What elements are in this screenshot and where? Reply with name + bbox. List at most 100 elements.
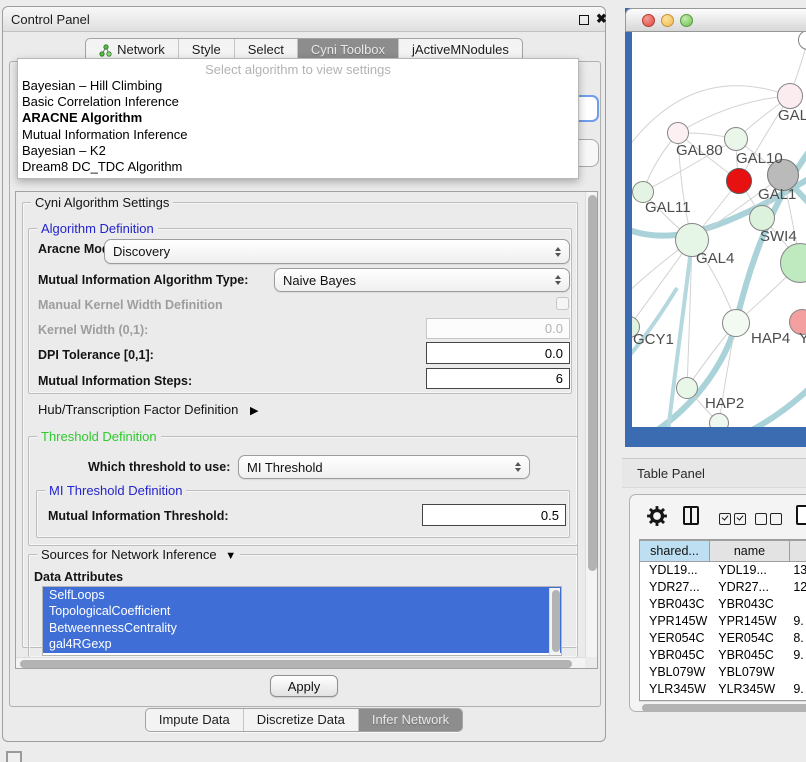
table-row[interactable]: YBR043C YBR043C: [640, 596, 806, 613]
node-label: GAL80: [676, 142, 723, 159]
mi-algorithm-type-combo[interactable]: Naive Bayes: [274, 268, 570, 292]
network-node[interactable]: [667, 122, 689, 144]
kernel-width-label: Kernel Width (0,1):: [38, 323, 148, 337]
combo-arrows-icon: [515, 462, 521, 472]
aracne-mode-combo[interactable]: Discovery: [104, 239, 570, 264]
tab-infer-network[interactable]: Infer Network: [358, 709, 462, 731]
table-panel-window: shared... name YDL19... YDL19... 13 YDR2…: [629, 494, 806, 712]
mi-steps-input[interactable]: [426, 368, 570, 389]
data-attributes-label: Data Attributes: [34, 570, 123, 584]
column-header-shared-name[interactable]: shared...: [640, 540, 710, 562]
algorithm-option[interactable]: Mutual Information Inference: [18, 127, 578, 143]
settings-vertical-scrollbar[interactable]: [585, 192, 598, 657]
network-canvas[interactable]: GAL7 GAL80 GAL10 GAL1 GAL11 SWI4 GAL4 GC…: [632, 32, 806, 427]
list-item[interactable]: TopologicalCoefficient: [43, 603, 561, 619]
expand-right-icon[interactable]: ▶: [250, 405, 258, 417]
table-row[interactable]: YDL19... YDL19... 13: [640, 562, 806, 579]
table-settings-gear-icon[interactable]: [646, 505, 668, 532]
tab-impute-data[interactable]: Impute Data: [146, 709, 243, 731]
collapse-down-icon[interactable]: ▼: [225, 550, 236, 562]
settings-horizontal-thumb[interactable]: [20, 660, 572, 668]
cell: YBR045C: [709, 647, 788, 664]
cell: YBL079W: [640, 664, 709, 681]
column-selector-icon[interactable]: [683, 506, 699, 525]
table-row[interactable]: YER054C YER054C 8.: [640, 630, 806, 647]
cell: [788, 596, 806, 613]
threshold-definition-title: Threshold Definition: [37, 429, 161, 444]
tab-discretize-data[interactable]: Discretize Data: [243, 709, 358, 731]
list-scrollbar[interactable]: [549, 588, 560, 656]
window-title: Control Panel: [11, 12, 90, 27]
hub-definition-label[interactable]: Hub/Transcription Factor Definition ▶: [38, 402, 258, 417]
cell: YBR043C: [709, 596, 788, 613]
float-window-icon[interactable]: [579, 15, 589, 25]
table-row[interactable]: YPR145W YPR145W 9.: [640, 613, 806, 630]
cell: YDR27...: [709, 579, 788, 596]
column-header-name[interactable]: name: [710, 540, 790, 562]
algorithm-option-selected[interactable]: ARACNE Algorithm: [18, 110, 578, 126]
network-node[interactable]: [676, 377, 698, 399]
network-window-titlebar[interactable]: [625, 8, 806, 32]
column-header-partial[interactable]: [790, 540, 806, 562]
list-scrollbar-thumb[interactable]: [552, 590, 560, 652]
list-item[interactable]: SelfLoops: [43, 587, 561, 603]
node-table: shared... name YDL19... YDL19... 13 YDR2…: [639, 539, 806, 701]
settings-scroll-pane: Cyni Algorithm Settings Algorithm Defini…: [15, 191, 598, 669]
data-attributes-list[interactable]: SelfLoops TopologicalCoefficient Between…: [42, 586, 562, 656]
network-node-red[interactable]: [726, 168, 752, 194]
mi-algorithm-type-label: Mutual Information Algorithm Type:: [38, 273, 248, 287]
table-row[interactable]: YLR345W YLR345W 9.: [640, 681, 806, 698]
new-table-icon[interactable]: [796, 505, 806, 525]
mi-threshold-input[interactable]: [422, 504, 566, 526]
mi-steps-label: Mutual Information Steps:: [38, 374, 192, 388]
algorithm-option[interactable]: Basic Correlation Inference: [18, 94, 578, 110]
mi-threshold-label: Mutual Information Threshold:: [48, 509, 229, 523]
algorithm-option[interactable]: Bayesian – K2: [18, 143, 578, 159]
sources-title[interactable]: Sources for Network Inference ▼: [37, 547, 240, 562]
cell: YDR27...: [640, 579, 709, 596]
deselect-all-checkboxes-icon[interactable]: [755, 512, 782, 530]
cell: YBR045C: [640, 647, 709, 664]
node-label: SWI4: [760, 228, 797, 245]
kernel-width-input[interactable]: [426, 318, 570, 339]
which-threshold-combo[interactable]: MI Threshold: [238, 455, 530, 479]
minimize-traffic-light[interactable]: [661, 14, 674, 27]
network-node[interactable]: [724, 127, 748, 151]
apply-button[interactable]: Apply: [270, 675, 338, 697]
settings-horizontal-scrollbar[interactable]: [16, 657, 585, 669]
zoom-traffic-light[interactable]: [680, 14, 693, 27]
close-traffic-light[interactable]: [642, 14, 655, 27]
dpi-tolerance-input[interactable]: [426, 342, 570, 364]
list-item[interactable]: gal4RGexp: [43, 636, 561, 652]
network-node[interactable]: [777, 83, 803, 109]
settings-vertical-thumb[interactable]: [588, 195, 597, 571]
apply-button-label: Apply: [288, 679, 321, 694]
table-row[interactable]: YBR045C YBR045C 9.: [640, 647, 806, 664]
table-horizontal-scrollbar[interactable]: [639, 701, 806, 712]
cell: 8.: [788, 630, 806, 647]
cell: YBR043C: [640, 596, 709, 613]
list-item[interactable]: BetweennessCentrality: [43, 620, 561, 636]
manual-kernel-width-checkbox[interactable]: [556, 297, 569, 310]
algorithm-option[interactable]: Dream8 DC_TDC Algorithm: [18, 159, 578, 175]
node-label: GAL10: [736, 150, 783, 167]
cell: YBL079W: [709, 664, 788, 681]
close-icon[interactable]: ✖: [596, 11, 607, 27]
collapsed-panel-icon[interactable]: [6, 751, 22, 762]
cell: YER054C: [709, 630, 788, 647]
cell: YLR345W: [709, 681, 788, 698]
dpi-tolerance-label: DPI Tolerance [0,1]:: [38, 348, 154, 362]
algorithm-option[interactable]: Bayesian – Hill Climbing: [18, 78, 578, 94]
table-horizontal-thumb[interactable]: [642, 704, 806, 712]
table-row[interactable]: YBL079W YBL079W: [640, 664, 806, 681]
network-node[interactable]: [709, 413, 729, 427]
table-row[interactable]: YDR27... YDR27... 12: [640, 579, 806, 596]
node-label: GAL7: [778, 107, 806, 124]
network-node[interactable]: [722, 309, 750, 337]
node-label: HAP2: [705, 395, 744, 412]
control-panel-titlebar[interactable]: Control Panel ✖: [3, 7, 605, 32]
network-icon: [99, 44, 112, 57]
cell: 9.: [788, 613, 806, 630]
select-all-checkboxes-icon[interactable]: [719, 512, 746, 530]
manual-kernel-width-label: Manual Kernel Width Definition: [38, 298, 223, 312]
